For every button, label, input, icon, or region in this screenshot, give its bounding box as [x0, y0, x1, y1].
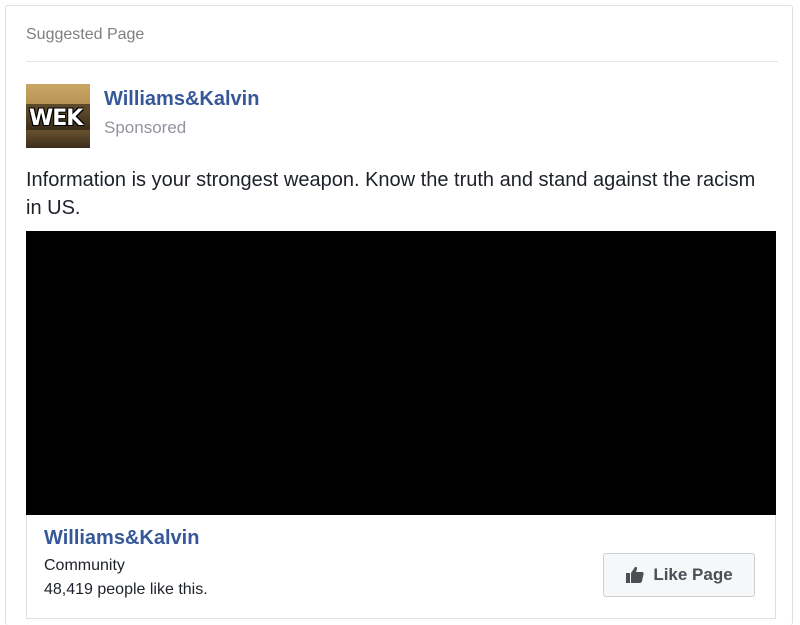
footer-page-name-link[interactable]: Williams&Kalvin: [44, 527, 199, 550]
header-divider: [26, 61, 778, 62]
like-page-button-label: Like Page: [653, 565, 733, 584]
page-footer: Williams&Kalvin Community 48,419 people …: [26, 515, 776, 619]
footer-category: Community: [44, 557, 125, 574]
avatar-logo-text: WEK: [29, 106, 83, 131]
thumbs-up-icon: [625, 565, 645, 585]
page-name-link[interactable]: Williams&Kalvin: [104, 88, 259, 111]
sponsored-label: Sponsored: [104, 118, 187, 137]
post-text: Information is your strongest weapon. Kn…: [26, 169, 756, 219]
page-avatar[interactable]: WEK: [26, 84, 90, 148]
like-page-button[interactable]: Like Page: [603, 553, 755, 597]
suggested-page-card: Suggested Page WEK Williams&Kalvin Spons…: [5, 5, 793, 625]
footer-like-count: 48,419 people like this.: [44, 581, 208, 598]
post-media[interactable]: [26, 231, 776, 516]
card-header-title: Suggested Page: [26, 26, 145, 43]
